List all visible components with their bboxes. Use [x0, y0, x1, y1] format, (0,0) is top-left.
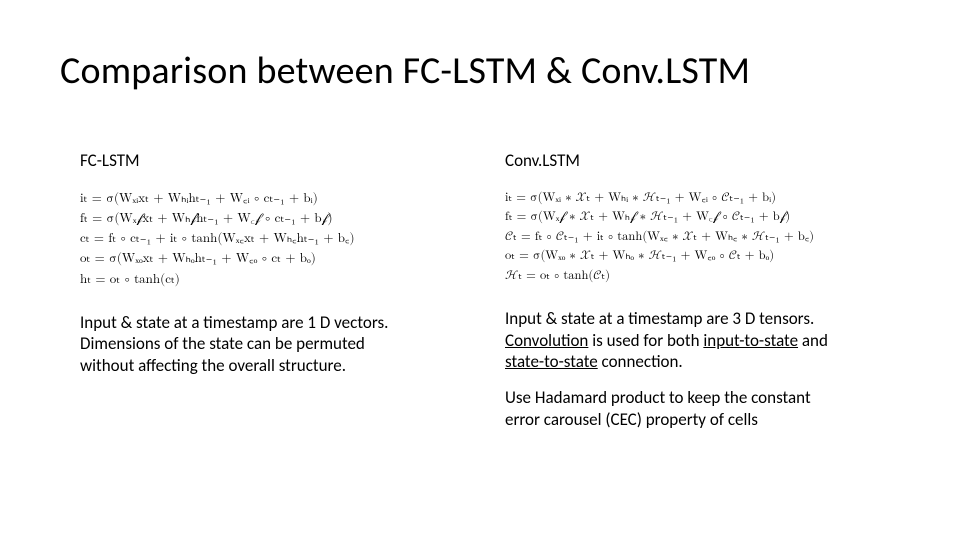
- column-fc-lstm: FC-LSTM iₜ = σ(Wₓᵢxₜ + Wₕᵢhₜ₋₁ + W꜀ᵢ ∘ c…: [80, 150, 510, 377]
- equations-convlstm: iₜ = σ(Wₓᵢ ∗ 𝒳ₜ + Wₕᵢ ∗ ℋₜ₋₁ + W꜀ᵢ ∘ 𝒞ₜ₋…: [505, 189, 935, 286]
- eq-c-conv: 𝒞ₜ = fₜ ∘ 𝒞ₜ₋₁ + iₜ ∘ tanh(Wₓ꜀ ∗ 𝒳ₜ + Wₕ…: [505, 228, 935, 247]
- desc1-underline-convolution: Convolution: [505, 330, 588, 351]
- desc-fc-lstm: Input & state at a timestamp are 1 D vec…: [80, 312, 410, 377]
- desc1-underline-state-to-state: state-to-state: [505, 351, 598, 372]
- eq-f-fc: fₜ = σ(Wₓ𝒻xₜ + Wₕ𝒻hₜ₋₁ + W꜀𝒻 ∘ cₜ₋₁ + b𝒻…: [80, 209, 510, 229]
- heading-fc-lstm: FC-LSTM: [80, 150, 510, 171]
- desc1-part-g: connection.: [598, 351, 683, 372]
- eq-c-fc: cₜ = fₜ ∘ cₜ₋₁ + iₜ ∘ tanh(Wₓ꜀xₜ + Wₕ꜀hₜ…: [80, 229, 510, 249]
- desc1-underline-input-to-state: input-to-state: [703, 330, 798, 351]
- column-convlstm: Conv.LSTM iₜ = σ(Wₓᵢ ∗ 𝒳ₜ + Wₕᵢ ∗ ℋₜ₋₁ +…: [505, 150, 935, 431]
- eq-i-conv: iₜ = σ(Wₓᵢ ∗ 𝒳ₜ + Wₕᵢ ∗ ℋₜ₋₁ + W꜀ᵢ ∘ 𝒞ₜ₋…: [505, 189, 935, 208]
- desc-convlstm-2: Use Hadamard product to keep the constan…: [505, 387, 835, 431]
- desc-convlstm-1: Input & state at a timestamp are 3 D ten…: [505, 308, 835, 373]
- desc1-part-e: and: [798, 330, 828, 351]
- desc1-part-c: is used for both: [588, 330, 703, 351]
- eq-i-fc: iₜ = σ(Wₓᵢxₜ + Wₕᵢhₜ₋₁ + W꜀ᵢ ∘ cₜ₋₁ + bᵢ…: [80, 189, 510, 209]
- eq-o-conv: oₜ = σ(Wₓₒ ∗ 𝒳ₜ + Wₕₒ ∗ ℋₜ₋₁ + W꜀ₒ ∘ 𝒞ₜ …: [505, 247, 935, 266]
- eq-f-conv: fₜ = σ(Wₓ𝒻 ∗ 𝒳ₜ + Wₕ𝒻 ∗ ℋₜ₋₁ + W꜀𝒻 ∘ 𝒞ₜ₋…: [505, 208, 935, 227]
- eq-h-conv: ℋₜ = oₜ ∘ tanh(𝒞ₜ): [505, 267, 935, 286]
- slide: Comparison between FC-LSTM & Conv.LSTM F…: [0, 0, 960, 540]
- heading-convlstm: Conv.LSTM: [505, 150, 935, 171]
- slide-title: Comparison between FC-LSTM & Conv.LSTM: [60, 48, 750, 94]
- eq-h-fc: hₜ = oₜ ∘ tanh(cₜ): [80, 270, 510, 290]
- desc1-part-a: Input & state at a timestamp are 3 D ten…: [505, 308, 814, 329]
- equations-fc-lstm: iₜ = σ(Wₓᵢxₜ + Wₕᵢhₜ₋₁ + W꜀ᵢ ∘ cₜ₋₁ + bᵢ…: [80, 189, 510, 290]
- eq-o-fc: oₜ = σ(Wₓₒxₜ + Wₕₒhₜ₋₁ + W꜀ₒ ∘ cₜ + bₒ): [80, 249, 510, 269]
